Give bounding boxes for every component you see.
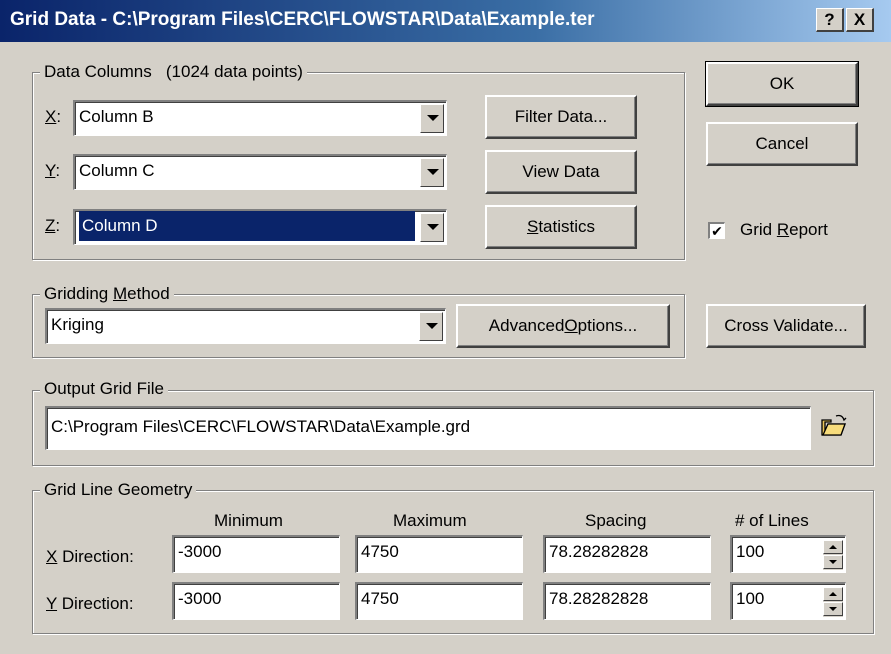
spacing-header: Spacing (585, 511, 647, 530)
cross-validate-button[interactable]: Cross Validate... (706, 304, 866, 348)
x-column-select[interactable]: Column B (73, 100, 447, 136)
chevron-down-icon[interactable] (420, 104, 444, 133)
y-maximum-value: 4750 (361, 589, 399, 608)
x-column-value: Column B (79, 107, 154, 126)
x-maximum-value: 4750 (361, 542, 399, 561)
y-maximum-input[interactable]: 4750 (355, 582, 523, 620)
output-path-value: C:\Program Files\CERC\FLOWSTAR\Data\Exam… (51, 417, 471, 436)
y-lines-spinner[interactable] (823, 587, 843, 617)
advanced-options-button[interactable]: Advanced Options... (456, 304, 670, 348)
z-column-value: Column D (79, 211, 415, 241)
y-minimum-value: -3000 (178, 589, 222, 608)
cancel-button[interactable]: Cancel (706, 122, 858, 166)
data-columns-label: Data Columns (1024 data points) (40, 63, 307, 81)
y-column-value: Column C (79, 161, 155, 180)
grid-data-dialog: Grid Data - C:\Program Files\CERC\FLOWST… (0, 0, 891, 654)
y-minimum-input[interactable]: -3000 (172, 582, 340, 620)
close-button[interactable]: X (846, 8, 874, 32)
grid-report-checkbox[interactable]: ✔ (708, 222, 725, 239)
data-columns-title: Data Columns (44, 62, 152, 81)
y-lines-input[interactable]: 100 (730, 582, 846, 620)
x-maximum-input[interactable]: 4750 (355, 535, 523, 573)
grid-line-geometry-label: Grid Line Geometry (40, 481, 197, 499)
chevron-down-icon[interactable] (419, 312, 443, 341)
spin-down-icon[interactable] (823, 555, 843, 569)
data-points-count: (1024 data points) (165, 62, 303, 81)
gridding-method-select[interactable]: Kriging (45, 308, 446, 344)
y-spacing-input[interactable]: 78.28282828 (543, 582, 711, 620)
output-grid-file-label: Output Grid File (40, 380, 168, 398)
chevron-down-icon[interactable] (420, 158, 444, 187)
x-minimum-value: -3000 (178, 542, 222, 561)
filter-data-button[interactable]: Filter Data... (485, 95, 637, 139)
y-column-select[interactable]: Column C (73, 154, 447, 190)
minimum-header: Minimum (214, 511, 283, 530)
x-lines-input[interactable]: 100 (730, 535, 846, 573)
gridding-method-label: Gridding Method (40, 285, 174, 303)
spin-up-icon[interactable] (823, 540, 843, 554)
x-direction-label: X Direction: (46, 547, 134, 566)
chevron-down-icon[interactable] (420, 213, 444, 242)
y-lines-value: 100 (736, 589, 765, 608)
gridding-method-value: Kriging (51, 315, 104, 334)
view-data-button[interactable]: View Data (485, 150, 637, 194)
open-folder-icon[interactable] (820, 414, 848, 438)
maximum-header: Maximum (393, 511, 467, 530)
lines-header: # of Lines (735, 511, 809, 530)
ok-button[interactable]: OK (705, 61, 859, 107)
spin-up-icon[interactable] (823, 587, 843, 601)
x-spacing-input[interactable]: 78.28282828 (543, 535, 711, 573)
help-button[interactable]: ? (816, 8, 844, 32)
x-lines-spinner[interactable] (823, 540, 843, 570)
y-column-label: Y: (45, 161, 61, 180)
title-bar[interactable]: Grid Data - C:\Program Files\CERC\FLOWST… (0, 0, 891, 42)
spin-down-icon[interactable] (823, 602, 843, 616)
x-minimum-input[interactable]: -3000 (172, 535, 340, 573)
grid-report-label[interactable]: Grid Report (740, 220, 828, 240)
x-lines-value: 100 (736, 542, 765, 561)
output-path-input[interactable]: C:\Program Files\CERC\FLOWSTAR\Data\Exam… (45, 406, 811, 450)
y-direction-label: Y Direction: (46, 594, 134, 613)
window-title: Grid Data - C:\Program Files\CERC\FLOWST… (10, 9, 595, 30)
x-column-label: X: (45, 107, 62, 126)
statistics-button[interactable]: Statistics (485, 205, 637, 249)
x-spacing-value: 78.28282828 (549, 542, 649, 561)
z-column-label: Z: (45, 216, 61, 235)
z-column-select[interactable]: Column D (73, 209, 447, 245)
y-spacing-value: 78.28282828 (549, 589, 649, 608)
